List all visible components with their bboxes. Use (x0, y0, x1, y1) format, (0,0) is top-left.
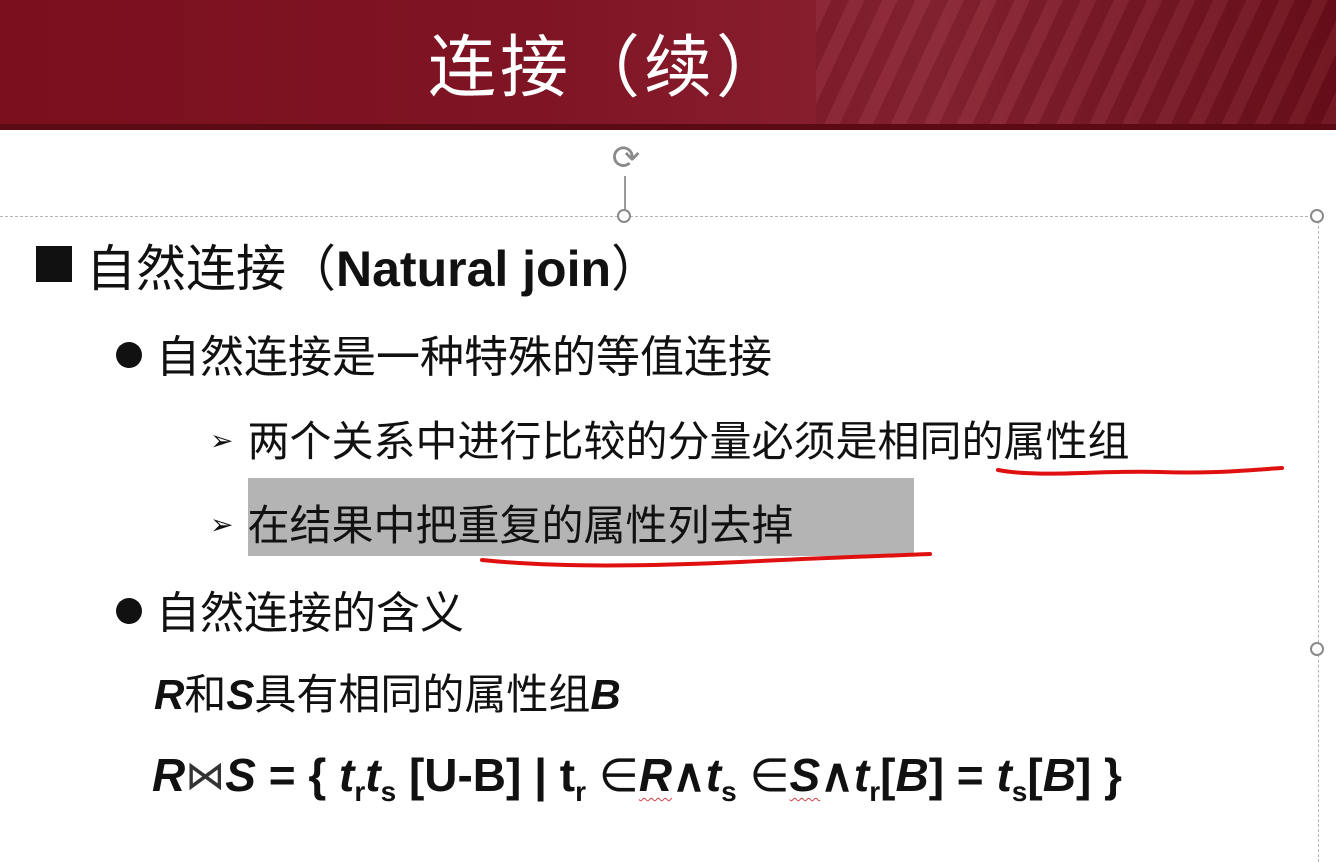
red-underline-2 (480, 552, 932, 568)
red-underline-1 (996, 466, 1284, 476)
red-annotation-layer (480, 466, 1284, 568)
